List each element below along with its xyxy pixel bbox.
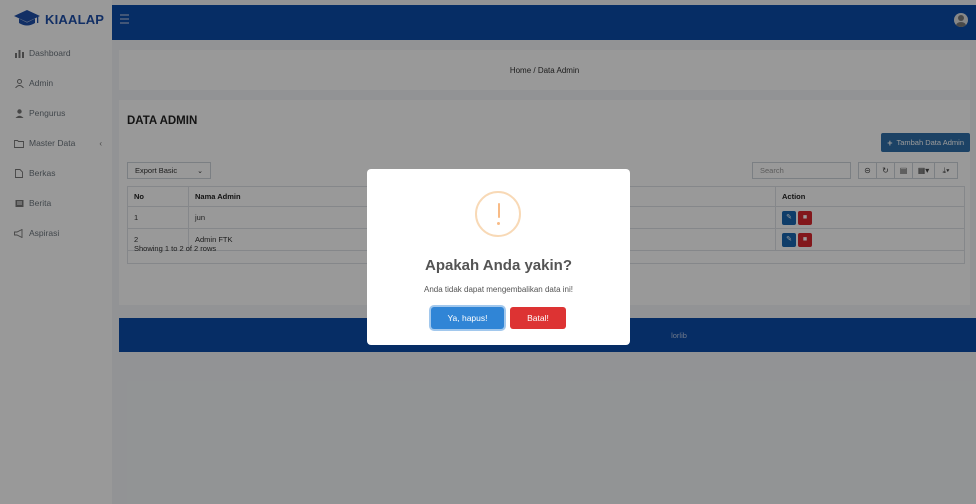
confirm-delete-dialog: Apakah Anda yakin? Anda tidak dapat meng…: [367, 169, 630, 345]
confirm-delete-button[interactable]: Ya, hapus!: [431, 307, 504, 329]
warning-icon: [475, 191, 521, 237]
cancel-button[interactable]: Batal!: [510, 307, 566, 329]
dialog-message: Anda tidak dapat mengembalikan data ini!: [424, 285, 573, 294]
dialog-title: Apakah Anda yakin?: [425, 257, 572, 274]
